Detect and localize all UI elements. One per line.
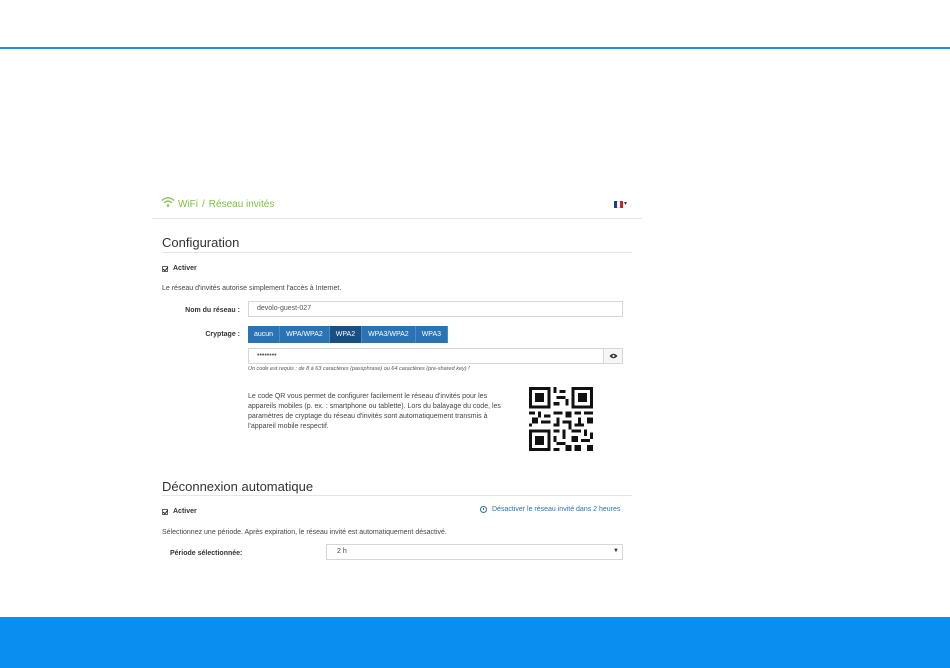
period-select[interactable]: 2 h ▼ <box>326 544 623 560</box>
configuration-description: Le réseau d'invités autorise simplement … <box>162 285 342 292</box>
period-value: 2 h <box>337 548 347 555</box>
breadcrumb-root[interactable]: WiFi <box>178 199 198 210</box>
auto-disconnect-title: Déconnexion automatique <box>162 479 314 494</box>
encryption-selector: aucun WPA/WPA2 WPA2 WPA3/WPA2 WPA3 <box>248 326 449 343</box>
configuration-activate[interactable]: Activer <box>162 265 197 272</box>
clock-icon <box>480 506 487 513</box>
qr-description: Le code QR vous permet de configurer fac… <box>248 393 501 430</box>
encryption-option-none[interactable]: aucun <box>248 326 281 343</box>
configuration-divider <box>162 252 632 253</box>
password-input[interactable]: •••••••• <box>248 348 604 364</box>
configuration-title: Configuration <box>162 235 240 250</box>
password-hint: Un code est requis : de 8 à 63 caractère… <box>248 366 470 372</box>
disable-guest-timer-link[interactable]: Désactiver le réseau invité dans 2 heure… <box>480 506 620 513</box>
network-name-input[interactable]: devolo-guest-027 <box>248 301 623 317</box>
network-name-label: Nom du réseau : <box>185 307 240 314</box>
french-flag-icon[interactable] <box>614 201 623 208</box>
chevron-down-icon: ▼ <box>613 548 619 554</box>
activate-label: Activer <box>173 265 197 272</box>
encryption-option-wpa3-wpa2[interactable]: WPA3/WPA2 <box>362 326 416 343</box>
period-label: Période sélectionnée: <box>170 550 243 557</box>
encryption-label: Cryptage : <box>205 331 240 338</box>
top-divider <box>0 47 950 49</box>
auto-disconnect-activate[interactable]: Activer <box>162 508 197 515</box>
password-field: •••••••• <box>248 348 623 364</box>
encryption-option-wpa-wpa2[interactable]: WPA/WPA2 <box>280 326 330 343</box>
qr-code <box>529 387 593 451</box>
show-password-button[interactable] <box>603 348 623 364</box>
activate-label: Activer <box>173 508 197 515</box>
timer-link-text[interactable]: Désactiver le réseau invité dans 2 heure… <box>492 506 620 513</box>
auto-disconnect-divider <box>162 495 632 496</box>
wifi-icon <box>161 197 175 207</box>
auto-disconnect-description: Sélectionnez une période. Après expirati… <box>162 529 447 536</box>
checkbox-checked-icon[interactable] <box>162 508 168 515</box>
breadcrumb: WiFi / Réseau invités ▾ <box>152 190 642 219</box>
checkbox-checked-icon[interactable] <box>162 265 168 272</box>
encryption-option-wpa3[interactable]: WPA3 <box>415 326 449 343</box>
eye-icon <box>609 353 617 359</box>
breadcrumb-current: Réseau invités <box>208 199 275 210</box>
breadcrumb-separator: / <box>202 199 205 210</box>
language-caret-icon[interactable]: ▾ <box>624 200 627 207</box>
bottom-brand-band <box>0 617 950 668</box>
encryption-option-wpa2[interactable]: WPA2 <box>329 326 363 343</box>
